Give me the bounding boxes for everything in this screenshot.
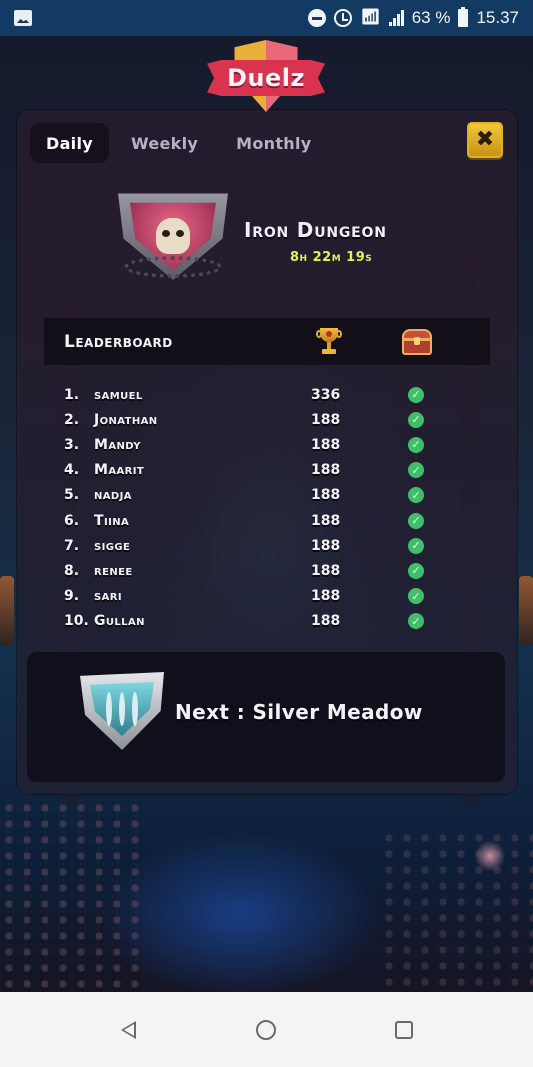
leaderboard-row: 7. sigge 188 ✓ [64,533,444,558]
signal-icon [388,10,404,26]
player-name: Jonathan [94,411,158,428]
leaf [132,692,138,726]
tab-daily[interactable]: Daily [30,123,109,163]
torch-right [519,576,533,646]
check-icon: ✓ [408,537,424,554]
score: 188 [311,537,341,554]
leaderboard-row: 9. sari 188 ✓ [64,584,444,609]
player-name: Tiina [94,512,130,529]
status-right: 📶︎ 63 % 15.37 [308,7,519,28]
close-button[interactable]: ✖ [467,122,503,158]
check-icon: ✓ [408,436,424,453]
recents-icon [395,1020,414,1039]
rank: 7. [64,537,80,554]
silver-shield-icon [80,672,164,750]
tab-monthly[interactable]: Monthly [220,123,327,163]
trophy-icon [316,328,342,356]
close-icon: ✖ [475,127,495,152]
leaderboard-row: 5. nadja 188 ✓ [64,483,444,508]
score: 336 [311,386,341,403]
skull-shield-icon [118,188,228,288]
player-name: sari [94,588,122,605]
rank: 4. [64,462,80,479]
check-icon: ✓ [408,613,424,630]
score: 188 [311,411,341,428]
leaderboard-row: 6. Tiina 188 ✓ [64,508,444,533]
battery-percent: 63 % [411,8,451,27]
leaderboard-row: 1. samuel 336 ✓ [64,382,444,407]
leaf [106,692,112,726]
player-name: samuel [94,386,143,403]
leaderboard-row: 3. Mandy 188 ✓ [64,432,444,457]
period-tabs: Daily Weekly Monthly [30,123,327,163]
score: 188 [311,562,341,579]
rank: 8. [64,562,80,579]
back-icon [121,1020,137,1039]
gallery-icon [14,10,32,26]
status-bar: 📶︎ 63 % 15.37 [0,0,533,36]
home-button[interactable] [246,1010,286,1050]
rank: 10. [64,613,89,630]
check-icon: ✓ [408,562,424,579]
arena-timer: 8h 22m 19s [290,250,373,265]
rank: 5. [64,487,80,504]
next-arena-label: Next : Silver Meadow [175,700,423,724]
score: 188 [311,588,341,605]
arena-name: Iron Dungeon [244,218,387,242]
check-icon: ✓ [408,512,424,529]
check-icon: ✓ [408,487,424,504]
score: 188 [311,512,341,529]
score: 188 [311,462,341,479]
back-button[interactable] [109,1010,149,1050]
player-name: sigge [94,537,131,554]
rank: 9. [64,588,80,605]
score: 188 [311,613,341,630]
torch-left [0,576,14,646]
floor-rubble-right [380,830,533,990]
chest-icon [402,329,432,355]
check-icon: ✓ [408,462,424,479]
check-icon: ✓ [408,588,424,605]
logo-text: Duelz [227,64,305,92]
player-name: Mandy [94,436,141,453]
leaderboard-row: 4. Maarit 188 ✓ [64,458,444,483]
logo-ribbon: Duelz [207,60,325,96]
alarm-icon [334,9,353,27]
leaderboard-header: Leaderboard [44,318,490,365]
navigation-bar [0,992,533,1067]
skull [156,218,190,254]
wifi-icon: 📶︎ [360,9,381,26]
check-icon: ✓ [408,411,424,428]
floor-rubble-left [0,800,140,990]
leaderboard-list: 1. samuel 336 ✓ 2. Jonathan 188 ✓ 3. Man… [64,382,444,634]
player-name: Gullan [94,613,145,630]
leaderboard-title: Leaderboard [64,331,173,352]
rank: 3. [64,436,80,453]
tab-weekly[interactable]: Weekly [115,123,214,163]
clock: 15.37 [476,8,519,27]
duelz-logo: Duelz [207,40,325,112]
leaf [119,692,125,726]
battery-icon [458,7,469,27]
rank: 1. [64,386,80,403]
score: 188 [311,487,341,504]
home-icon [256,1019,277,1040]
player-name: nadja [94,487,132,504]
player-name: renee [94,562,133,579]
recents-button[interactable] [384,1010,424,1050]
do-not-disturb-icon [308,9,327,27]
leaderboard-row: 2. Jonathan 188 ✓ [64,407,444,432]
score: 188 [311,436,341,453]
leaderboard-row: 10. Gullan 188 ✓ [64,609,444,634]
player-name: Maarit [94,462,145,479]
leaderboard-row: 8. renee 188 ✓ [64,558,444,583]
chain [124,256,222,278]
check-icon: ✓ [408,386,424,403]
rank: 6. [64,512,80,529]
rank: 2. [64,411,80,428]
